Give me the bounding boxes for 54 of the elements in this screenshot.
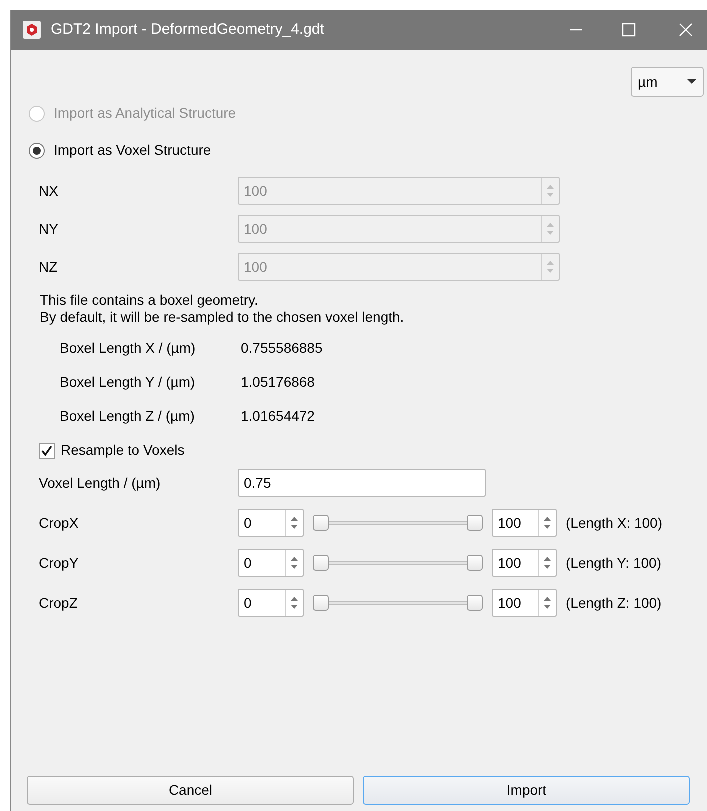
radio-label: Import as Analytical Structure [54,104,236,123]
field-label: NY [39,220,60,238]
range-slider[interactable] [313,515,483,531]
spin-arrows-icon[interactable] [290,595,299,611]
value-text: 0.755586885 [241,339,323,358]
spin-box[interactable]: 0 [238,509,304,537]
field-label: Boxel Length Z / (µm) [60,407,196,426]
checkmark-icon [41,444,53,456]
field-label: CropZ [39,594,79,613]
spin-arrows-icon[interactable] [543,555,552,571]
spin-box[interactable]: 100 [492,589,557,617]
dialog-button[interactable]: Cancel [27,776,354,805]
value-text: 1.05176868 [241,373,315,392]
spin-arrows-icon[interactable] [543,595,552,611]
info-text: By default, it will be re-sampled to the chosen voxel length. [40,309,406,326]
maximize-icon[interactable] [622,23,636,37]
slider-handle[interactable] [313,555,329,571]
field-label: CropX [39,514,80,533]
spin-box[interactable]: 0 [238,549,304,577]
value-text: 1.01654472 [241,407,315,426]
field-label: Boxel Length X / (µm) [60,339,197,358]
dialog-button[interactable]: Import [363,776,690,805]
spin-box[interactable]: 0 [238,589,304,617]
field-label: NZ [39,258,59,276]
range-slider[interactable] [313,555,483,571]
close-icon[interactable] [679,23,693,37]
caret-icon [687,79,697,85]
field-label: NX [39,182,60,200]
voxel-length-field[interactable]: 0.75 [238,469,486,497]
radio-button[interactable] [29,142,45,158]
resample-checkbox[interactable] [39,442,55,458]
length-text: (Length Y: 100) [566,554,662,573]
window-title: GDT2 Import - DeformedGeometry_4.gdt [51,20,324,40]
length-text: (Length Z: 100) [566,594,662,613]
field-label: Boxel Length Y / (µm) [60,373,196,392]
radio-label: Import as Voxel Structure [54,141,212,160]
slider-handle[interactable] [313,595,329,611]
spin-arrows-icon[interactable] [290,555,299,571]
slider-handle[interactable] [467,555,483,571]
spin-arrows-icon[interactable] [543,515,552,531]
slider-handle[interactable] [467,515,483,531]
checkbox-label: Resample to Voxels [61,441,185,460]
range-slider[interactable] [313,595,483,611]
spin-box[interactable]: 100 [492,509,557,537]
field-label: CropY [39,554,80,573]
spin-arrows-icon[interactable] [290,515,299,531]
field-label: Voxel Length / (µm) [39,474,162,493]
app-logo-icon [23,21,41,39]
length-text: (Length X: 100) [566,514,663,533]
unit-dropdown[interactable]: µm [631,67,704,97]
slider-handle[interactable] [467,595,483,611]
info-text: This file contains a boxel geometry. [40,292,260,309]
slider-handle[interactable] [313,515,329,531]
spin-box[interactable]: 100 [492,549,557,577]
